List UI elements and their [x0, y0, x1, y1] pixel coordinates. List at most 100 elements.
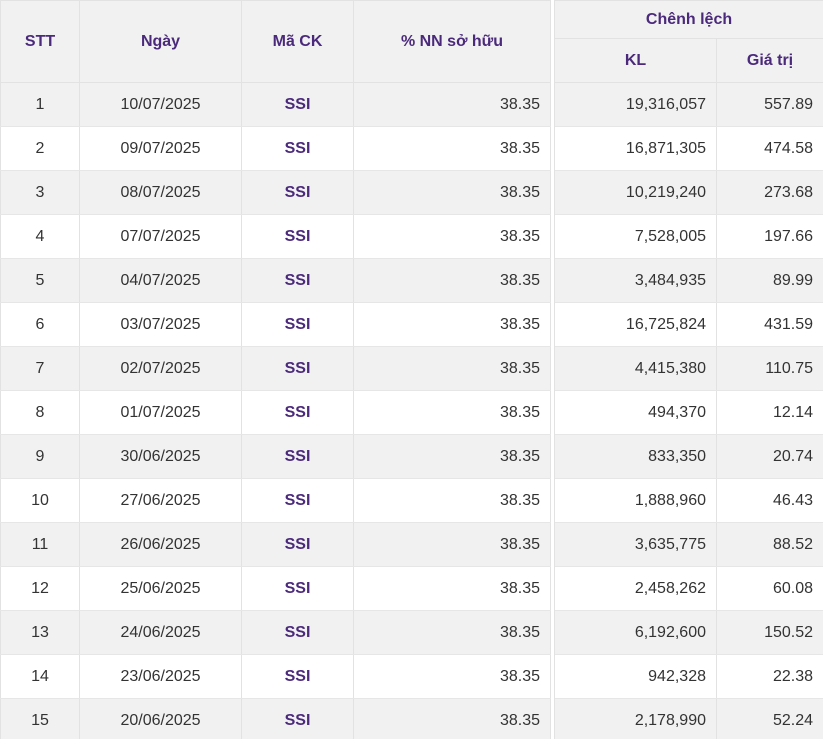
row-volume-difference: 10,219,240 [554, 170, 717, 215]
row-value-difference: 88.52 [715, 522, 823, 567]
table-row[interactable]: 1 10/07/2025 SSI 38.35 19,316,057 557.89 [0, 82, 823, 127]
row-value-difference: 60.08 [715, 566, 823, 611]
table-row[interactable]: 6 03/07/2025 SSI 38.35 16,725,824 431.59 [0, 302, 823, 347]
row-date: 26/06/2025 [79, 522, 242, 567]
table-row[interactable]: 5 04/07/2025 SSI 38.35 3,484,935 89.99 [0, 258, 823, 303]
row-stt: 11 [0, 522, 80, 567]
row-date: 01/07/2025 [79, 390, 242, 435]
row-value-difference: 273.68 [715, 170, 823, 215]
row-foreign-ownership-pct: 38.35 [353, 214, 551, 259]
row-foreign-ownership-pct: 38.35 [353, 390, 551, 435]
header-code[interactable]: Mã CK [241, 0, 354, 83]
row-volume-difference: 7,528,005 [554, 214, 717, 259]
row-stock-code[interactable]: SSI [241, 610, 354, 655]
row-foreign-ownership-pct: 38.35 [353, 126, 551, 171]
row-volume-difference: 1,888,960 [554, 478, 717, 523]
row-stock-code[interactable]: SSI [241, 258, 354, 303]
header-value[interactable]: Giá trị [715, 38, 823, 83]
header-foreign-ownership-pct[interactable]: % NN sở hữu [353, 0, 551, 83]
row-stock-code[interactable]: SSI [241, 302, 354, 347]
table-row[interactable]: 4 07/07/2025 SSI 38.35 7,528,005 197.66 [0, 214, 823, 259]
row-date: 02/07/2025 [79, 346, 242, 391]
row-value-difference: 557.89 [715, 82, 823, 127]
row-stock-code[interactable]: SSI [241, 654, 354, 699]
row-stock-code[interactable]: SSI [241, 126, 354, 171]
header-date[interactable]: Ngày [79, 0, 242, 83]
row-stock-code[interactable]: SSI [241, 434, 354, 479]
row-value-difference: 12.14 [715, 390, 823, 435]
row-date: 07/07/2025 [79, 214, 242, 259]
row-value-difference: 474.58 [715, 126, 823, 171]
row-volume-difference: 16,871,305 [554, 126, 717, 171]
table-body: 1 10/07/2025 SSI 38.35 19,316,057 557.89 2 09/0… [0, 82, 823, 739]
row-stt: 2 [0, 126, 80, 171]
row-volume-difference: 6,192,600 [554, 610, 717, 655]
row-volume-difference: 19,316,057 [554, 82, 717, 127]
row-foreign-ownership-pct: 38.35 [353, 302, 551, 347]
row-foreign-ownership-pct: 38.35 [353, 522, 551, 567]
row-value-difference: 46.43 [715, 478, 823, 523]
table-row[interactable]: 7 02/07/2025 SSI 38.35 4,415,380 110.75 [0, 346, 823, 391]
row-stt: 10 [0, 478, 80, 523]
row-volume-difference: 3,635,775 [554, 522, 717, 567]
header-difference-group: Chênh lệch [553, 0, 823, 39]
table-row[interactable]: 13 24/06/2025 SSI 38.35 6,192,600 150.52 [0, 610, 823, 655]
row-stock-code[interactable]: SSI [241, 170, 354, 215]
row-stt: 1 [0, 82, 80, 127]
row-stock-code[interactable]: SSI [241, 566, 354, 611]
row-foreign-ownership-pct: 38.35 [353, 478, 551, 523]
row-foreign-ownership-pct: 38.35 [353, 566, 551, 611]
row-volume-difference: 942,328 [554, 654, 717, 699]
row-date: 04/07/2025 [79, 258, 242, 303]
row-stock-code[interactable]: SSI [241, 214, 354, 259]
table-row[interactable]: 14 23/06/2025 SSI 38.35 942,328 22.38 [0, 654, 823, 699]
row-foreign-ownership-pct: 38.35 [353, 610, 551, 655]
row-volume-difference: 494,370 [554, 390, 717, 435]
row-stt: 5 [0, 258, 80, 303]
row-stt: 4 [0, 214, 80, 259]
row-stt: 14 [0, 654, 80, 699]
row-value-difference: 52.24 [715, 698, 823, 739]
header-stt[interactable]: STT [0, 0, 80, 83]
table-row[interactable]: 15 20/06/2025 SSI 38.35 2,178,990 52.24 [0, 698, 823, 739]
row-date: 03/07/2025 [79, 302, 242, 347]
table-row[interactable]: 9 30/06/2025 SSI 38.35 833,350 20.74 [0, 434, 823, 479]
row-date: 30/06/2025 [79, 434, 242, 479]
row-volume-difference: 2,178,990 [554, 698, 717, 739]
row-date: 23/06/2025 [79, 654, 242, 699]
row-stock-code[interactable]: SSI [241, 698, 354, 739]
row-date: 20/06/2025 [79, 698, 242, 739]
row-date: 25/06/2025 [79, 566, 242, 611]
table-row[interactable]: 11 26/06/2025 SSI 38.35 3,635,775 88.52 [0, 522, 823, 567]
table-row[interactable]: 8 01/07/2025 SSI 38.35 494,370 12.14 [0, 390, 823, 435]
row-foreign-ownership-pct: 38.35 [353, 346, 551, 391]
row-stock-code[interactable]: SSI [241, 390, 354, 435]
row-stock-code[interactable]: SSI [241, 522, 354, 567]
row-stock-code[interactable]: SSI [241, 478, 354, 523]
row-stock-code[interactable]: SSI [241, 346, 354, 391]
table-row[interactable]: 10 27/06/2025 SSI 38.35 1,888,960 46.43 [0, 478, 823, 523]
row-volume-difference: 2,458,262 [554, 566, 717, 611]
row-date: 09/07/2025 [79, 126, 242, 171]
table-row[interactable]: 3 08/07/2025 SSI 38.35 10,219,240 273.68 [0, 170, 823, 215]
row-value-difference: 150.52 [715, 610, 823, 655]
row-stock-code[interactable]: SSI [241, 82, 354, 127]
table-row[interactable]: 12 25/06/2025 SSI 38.35 2,458,262 60.08 [0, 566, 823, 611]
row-date: 24/06/2025 [79, 610, 242, 655]
row-stt: 3 [0, 170, 80, 215]
row-stt: 15 [0, 698, 80, 739]
row-foreign-ownership-pct: 38.35 [353, 698, 551, 739]
table-row[interactable]: 2 09/07/2025 SSI 38.35 16,871,305 474.58 [0, 126, 823, 171]
row-foreign-ownership-pct: 38.35 [353, 258, 551, 303]
foreign-ownership-table: STT Ngày Mã CK % NN sở hữu Chênh lệch KL… [0, 0, 823, 739]
row-stt: 13 [0, 610, 80, 655]
row-stt: 8 [0, 390, 80, 435]
header-volume[interactable]: KL [554, 38, 717, 83]
foreign-ownership-table-container: STT Ngày Mã CK % NN sở hữu Chênh lệch KL… [0, 0, 823, 739]
row-value-difference: 197.66 [715, 214, 823, 259]
row-value-difference: 89.99 [715, 258, 823, 303]
table-header: STT Ngày Mã CK % NN sở hữu Chênh lệch KL… [0, 0, 823, 83]
row-foreign-ownership-pct: 38.35 [353, 654, 551, 699]
row-value-difference: 431.59 [715, 302, 823, 347]
row-date: 10/07/2025 [79, 82, 242, 127]
